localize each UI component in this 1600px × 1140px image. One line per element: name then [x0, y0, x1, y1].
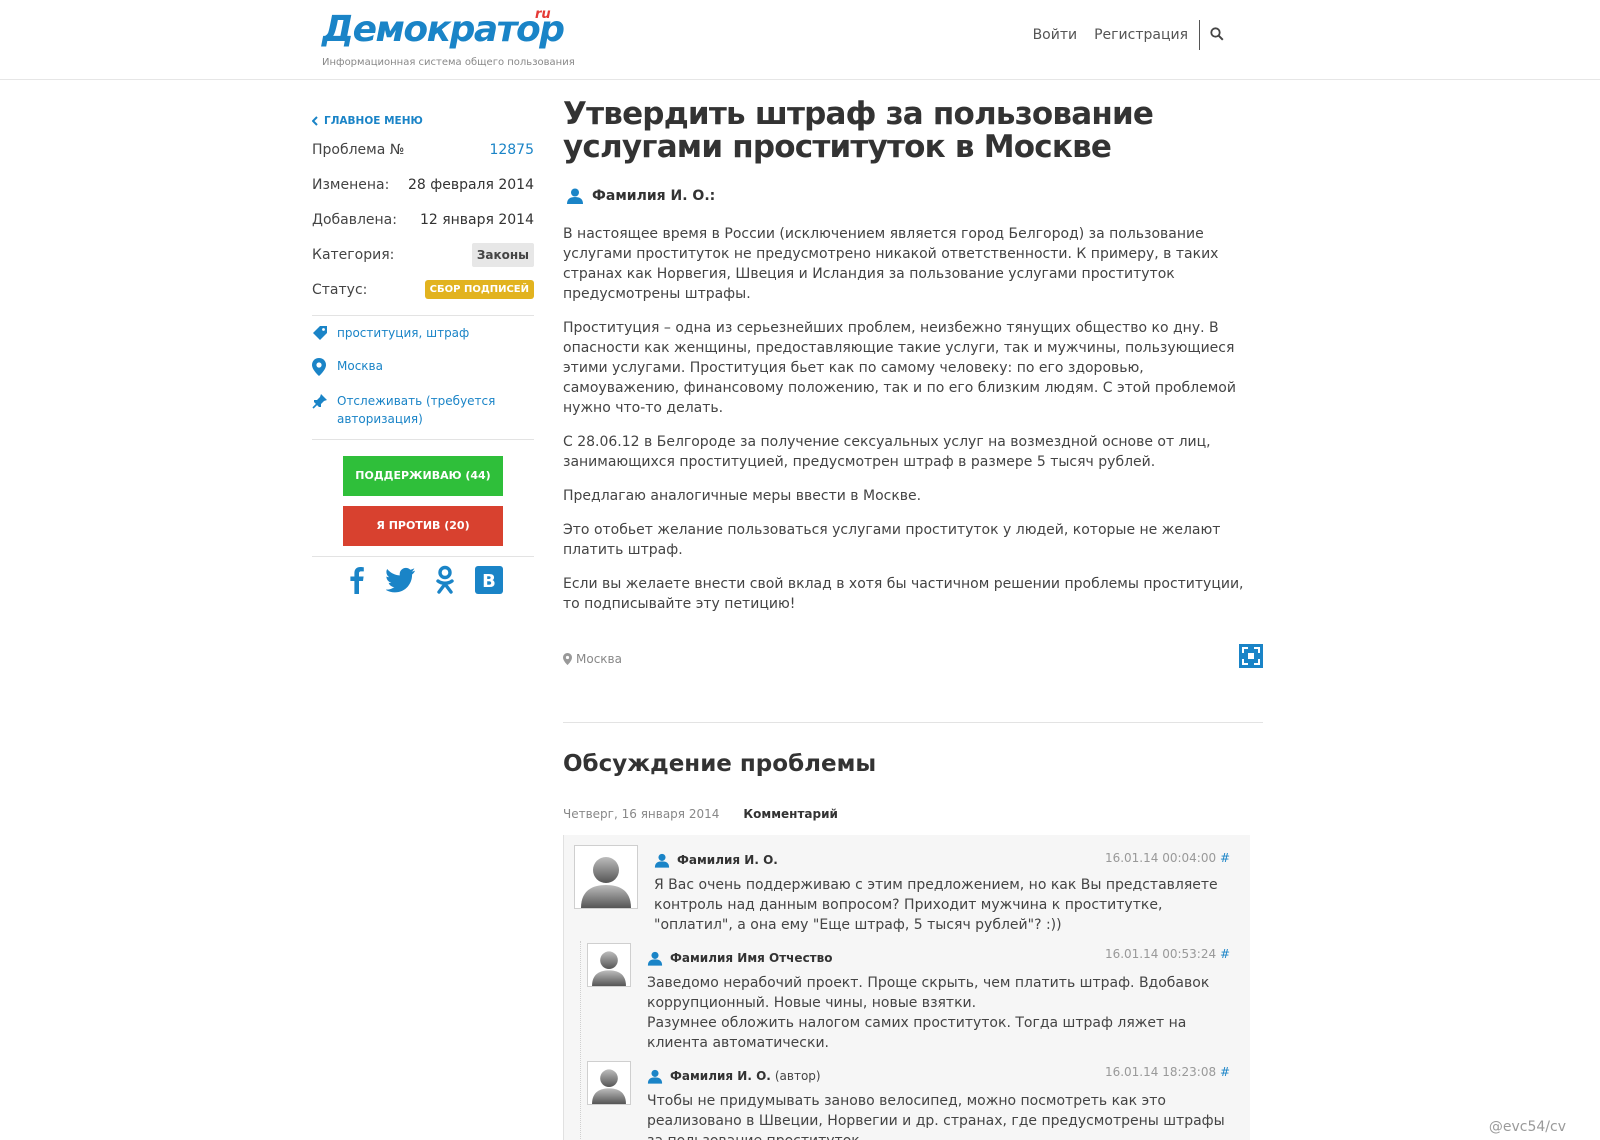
body-paragraph: Если вы желаете внести свой вклад в хотя… — [563, 576, 1244, 612]
modified-date: 28 февраля 2014 — [407, 176, 534, 193]
tags-link[interactable]: проституция, штраф — [337, 324, 469, 342]
comment: Фамилия И. О. 16.01.14 00:04:00 # Я Вас … — [574, 845, 1230, 935]
divider — [312, 556, 534, 557]
comment: Фамилия Имя Отчество 16.01.14 00:53:24 #… — [587, 941, 1230, 1053]
register-link[interactable]: Регистрация — [1094, 27, 1188, 43]
section-divider — [563, 722, 1263, 723]
track-link[interactable]: Отслеживать (требуется авторизация) — [337, 392, 534, 428]
added-date: 12 января 2014 — [419, 211, 534, 228]
divider — [312, 315, 534, 316]
comment-text: Заведомо нерабочий проект. Проще скрыть,… — [647, 975, 1210, 1051]
category-badge[interactable]: Законы — [471, 242, 534, 267]
comment-time: 16.01.14 00:53:24 # — [1105, 947, 1230, 961]
facebook-icon[interactable] — [342, 565, 372, 595]
meta-label: Изменена: — [312, 176, 390, 193]
body-paragraph: С 28.06.12 в Белгороде за получение секс… — [563, 434, 1211, 470]
body-paragraph: Это отобьет желание пользоваться услугам… — [563, 522, 1221, 558]
user-icon — [647, 951, 663, 966]
odnoklassniki-icon[interactable] — [430, 565, 460, 595]
comment-author: Фамилия И. О. — [677, 853, 778, 867]
location-info: Москва — [563, 652, 1263, 666]
status-row: Статус: СБОР ПОДПИСЕЙ — [312, 272, 534, 307]
meta-label: Добавлена: — [312, 211, 397, 228]
location-text: Москва — [576, 652, 622, 666]
vk-icon[interactable]: В — [474, 565, 504, 595]
comment-permalink[interactable]: # — [1220, 947, 1230, 961]
comment-author: Фамилия И. О. — [670, 1069, 771, 1083]
comment-time: 16.01.14 18:23:08 # — [1105, 1065, 1230, 1079]
problem-number-link[interactable]: 12875 — [489, 142, 534, 158]
comment: Фамилия И. О. (автор) 16.01.14 18:23:08 … — [587, 1059, 1230, 1140]
pin-icon — [312, 392, 337, 414]
chevron-left-icon — [312, 116, 318, 126]
support-button[interactable]: ПОДДЕРЖИВАЮ (44) — [343, 456, 503, 496]
body-paragraph: Предлагаю аналогичные меры ввести в Моск… — [563, 488, 922, 504]
category-row: Категория: Законы — [312, 237, 534, 272]
comment-permalink[interactable]: # — [1220, 1065, 1230, 1079]
problem-title: Утвердить штраф за пользование услугами … — [563, 96, 1154, 165]
map-marker-icon — [563, 653, 572, 665]
logo-subtitle: Информационная система общего пользовани… — [322, 57, 575, 68]
user-icon — [654, 853, 670, 868]
problem-body: В настоящее время в России (исключением … — [563, 224, 1263, 614]
meta-label: Категория: — [312, 246, 395, 263]
discussion-meta: Четверг, 16 января 2014 Комментарий — [563, 807, 1263, 821]
modified-row: Изменена: 28 февраля 2014 — [312, 167, 534, 202]
user-icon — [567, 188, 583, 204]
tags-item: проституция, штраф — [312, 324, 534, 346]
problem-number-row: Проблема № 12875 — [312, 132, 534, 167]
against-button[interactable]: Я ПРОТИВ (20) — [343, 506, 503, 546]
author-note: (автор) — [774, 1069, 821, 1083]
author-row: Фамилия И. О.: — [563, 188, 1263, 204]
location-item: Москва — [312, 357, 534, 381]
location-link[interactable]: Москва — [337, 357, 383, 375]
body-paragraph: В настоящее время в России (исключением … — [563, 226, 1219, 302]
avatar — [574, 845, 638, 909]
discussion-title: Обсуждение проблемы — [563, 751, 877, 777]
nav-divider — [1199, 20, 1200, 50]
body-paragraph: Проституция – одна из серьезнейших пробл… — [563, 320, 1236, 416]
twitter-icon[interactable] — [386, 565, 416, 595]
site-logo[interactable]: Демократор ru — [322, 7, 565, 52]
problem-sidebar: Главное меню Проблема № 12875 Изменена: … — [312, 110, 534, 595]
discussion-label: Комментарий — [743, 807, 838, 821]
map-marker-icon — [312, 357, 337, 381]
site-header: Демократор ru Информационная система общ… — [0, 0, 1600, 80]
comment-time: 16.01.14 00:04:00 # — [1105, 851, 1230, 865]
comment-replies: Фамилия Имя Отчество 16.01.14 00:53:24 #… — [580, 941, 1230, 1140]
comment-permalink[interactable]: # — [1220, 851, 1230, 865]
problem-content: Утвердить штраф за пользование услугами … — [563, 98, 1263, 1140]
comment-author: Фамилия Имя Отчество — [670, 951, 833, 965]
track-item: Отслеживать (требуется авторизация) — [312, 392, 534, 428]
watermark: @evc54/cv — [1488, 1119, 1566, 1135]
author-name: Фамилия И. О.: — [592, 188, 716, 204]
meta-label: Статус: — [312, 281, 368, 298]
social-share: В — [312, 565, 534, 595]
tag-icon — [312, 324, 337, 346]
location-row: Москва — [563, 644, 1263, 682]
login-link[interactable]: Войти — [1033, 27, 1078, 43]
main-menu-label: Главное меню — [324, 115, 423, 127]
avatar — [587, 943, 631, 987]
search-icon[interactable] — [1210, 27, 1226, 43]
svg-text:В: В — [482, 571, 496, 592]
comment-timestamp: 16.01.14 00:04:00 — [1104, 851, 1217, 865]
divider — [312, 439, 534, 440]
comment-text: Чтобы не придумывать заново велосипед, м… — [647, 1093, 1225, 1140]
main-menu-link[interactable]: Главное меню — [312, 110, 534, 132]
user-icon — [647, 1069, 663, 1084]
fullscreen-icon[interactable] — [1239, 644, 1263, 668]
comment-timestamp: 16.01.14 00:53:24 — [1104, 947, 1217, 961]
logo-ru: ru — [535, 7, 551, 22]
avatar — [587, 1061, 631, 1105]
added-row: Добавлена: 12 января 2014 — [312, 202, 534, 237]
top-nav: Войти Регистрация — [1016, 18, 1226, 52]
status-badge: СБОР ПОДПИСЕЙ — [424, 280, 534, 299]
meta-label: Проблема № — [312, 141, 405, 158]
comment-text: Я Вас очень поддерживаю с этим предложен… — [654, 877, 1218, 933]
comment-timestamp: 16.01.14 18:23:08 — [1104, 1065, 1217, 1079]
comments-list: Фамилия И. О. 16.01.14 00:04:00 # Я Вас … — [563, 835, 1250, 1140]
logo-text: Демократор — [322, 9, 565, 50]
discussion-date: Четверг, 16 января 2014 — [563, 807, 720, 821]
